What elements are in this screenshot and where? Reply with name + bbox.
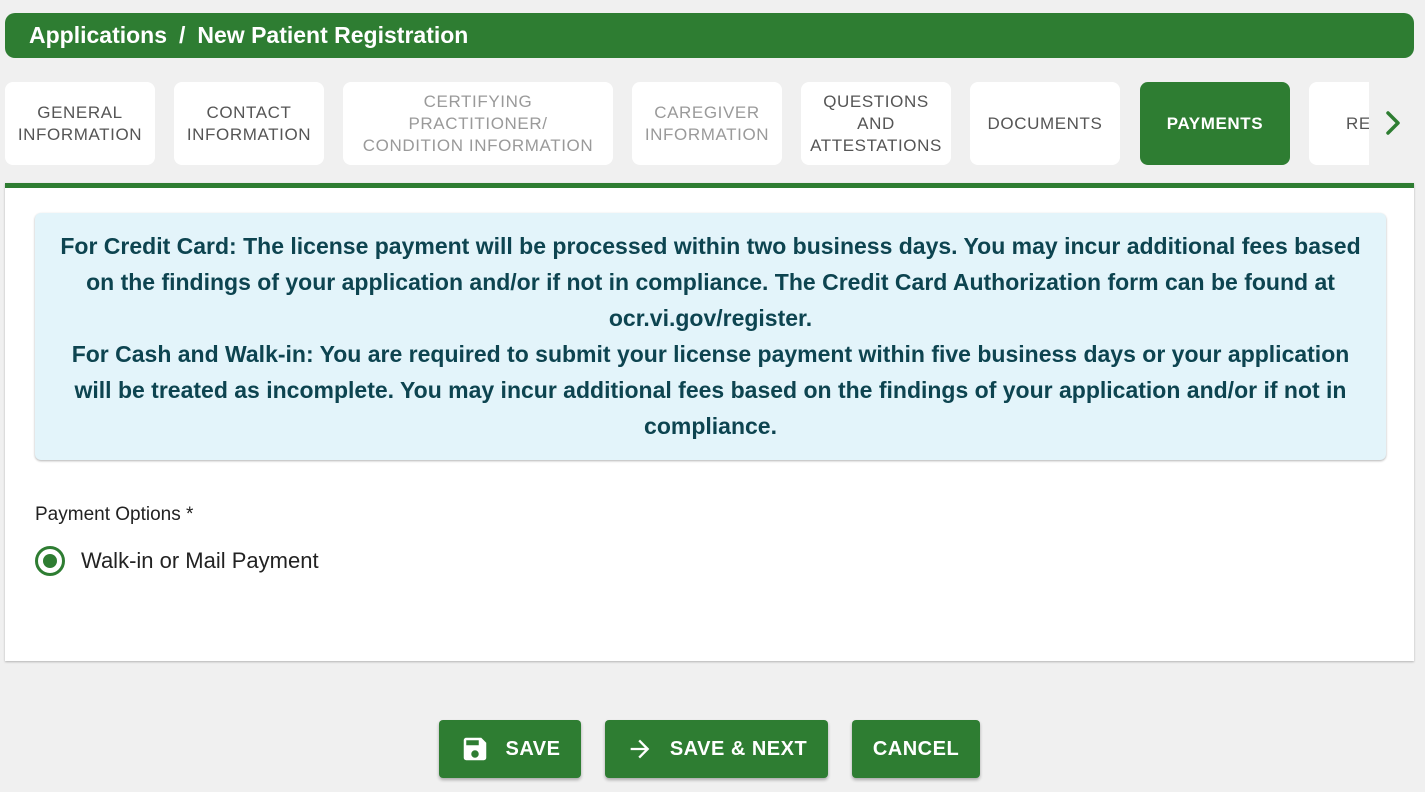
tab-label: PAYMENTS	[1166, 113, 1264, 133]
tab-scroll-right-button[interactable]	[1373, 100, 1413, 146]
tab-label: PRACTITIONER/	[408, 113, 548, 133]
breadcrumb-root[interactable]: Applications	[29, 22, 167, 49]
tab-certifying-practitioner[interactable]: CERTIFYING PRACTITIONER/CONDITION INFORMA…	[343, 82, 613, 165]
tab-label: RE	[1346, 113, 1369, 133]
save-next-button[interactable]: SAVE & NEXT	[605, 720, 828, 778]
tab-label: CONTACT	[206, 102, 292, 122]
breadcrumb: Applications / New Patient Registration	[5, 13, 1414, 58]
tab-review[interactable]: RE	[1309, 82, 1369, 165]
tab-label: QUESTIONS	[823, 91, 929, 111]
save-button[interactable]: SAVE	[439, 720, 581, 778]
payment-option-label: Walk-in or Mail Payment	[81, 548, 319, 573]
tab-label: INFORMATION	[644, 124, 770, 144]
notice-cash-walk-in: For Cash and Walk-in: You are required t…	[71, 341, 1350, 439]
tab-label: CERTIFYING	[423, 91, 533, 111]
payments-panel: For Credit Card: The license payment wil…	[5, 183, 1414, 661]
step-tabs: GENERAL INFORMATION CONTACT INFORMATION CE…	[5, 82, 1369, 165]
save-next-label: SAVE & NEXT	[669, 737, 808, 760]
payment-option-walk-in[interactable]: Walk-in or Mail Payment	[35, 546, 319, 576]
tab-documents[interactable]: DOCUMENTS	[970, 82, 1120, 165]
breadcrumb-current: New Patient Registration	[197, 22, 469, 48]
radio-selected-icon[interactable]	[35, 546, 65, 576]
arrow-right-icon	[626, 735, 654, 763]
tab-label: GENERAL	[37, 102, 123, 122]
tab-label: CONDITION INFORMATION	[362, 135, 594, 155]
tab-contact-information[interactable]: CONTACT INFORMATION	[174, 82, 324, 165]
payment-notice: For Credit Card: The license payment wil…	[35, 213, 1386, 460]
breadcrumb-separator: /	[179, 22, 186, 48]
cancel-button[interactable]: CANCEL	[852, 720, 980, 778]
floppy-disk-icon	[460, 734, 490, 764]
save-label: SAVE	[505, 737, 561, 760]
tab-label: INFORMATION	[17, 124, 143, 144]
tab-questions-attestations[interactable]: QUESTIONS AND ATTESTATIONS	[801, 82, 951, 165]
chevron-right-icon	[1386, 111, 1400, 135]
tab-label: CAREGIVER	[654, 102, 760, 122]
cancel-label: CANCEL	[872, 737, 960, 760]
tab-label: ATTESTATIONS	[810, 135, 942, 155]
tab-label: INFORMATION	[186, 124, 312, 144]
tab-payments[interactable]: PAYMENTS	[1140, 82, 1290, 165]
tab-label: AND	[857, 113, 895, 133]
payment-options-label: Payment Options *	[35, 504, 194, 525]
notice-credit-card: For Credit Card: The license payment wil…	[60, 233, 1361, 331]
tab-label: DOCUMENTS	[987, 113, 1103, 133]
tab-general-information[interactable]: GENERAL INFORMATION	[5, 82, 155, 165]
tab-caregiver-information[interactable]: CAREGIVER INFORMATION	[632, 82, 782, 165]
